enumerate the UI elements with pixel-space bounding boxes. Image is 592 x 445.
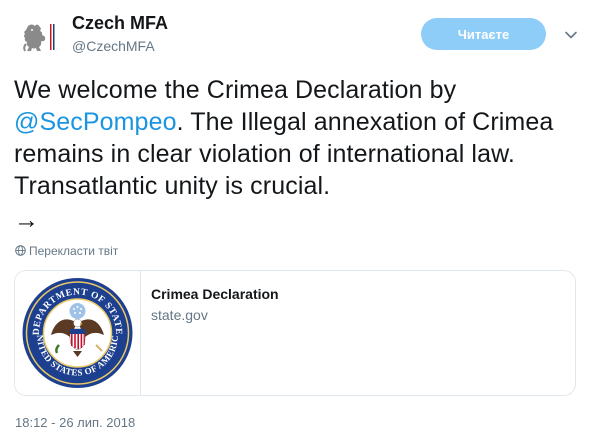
link-card[interactable]: DEPARTMENT OF STATE UNITED STATES OF AME… bbox=[14, 270, 576, 396]
department-of-state-seal-icon: DEPARTMENT OF STATE UNITED STATES OF AME… bbox=[15, 271, 133, 388]
tweet-text-part: We welcome the Crimea Declaration by bbox=[14, 76, 457, 104]
display-name[interactable]: Czech MFA bbox=[72, 12, 168, 34]
card-image[interactable]: DEPARTMENT OF STATE UNITED STATES OF AME… bbox=[15, 271, 141, 395]
tweet-text: We welcome the Crimea Declaration by @Se… bbox=[14, 74, 582, 236]
handle[interactable]: @CzechMFA bbox=[72, 36, 168, 56]
tweet-timestamp[interactable]: 18:12 - 26 лип. 2018 bbox=[15, 414, 135, 432]
card-domain: state.gov bbox=[151, 307, 208, 323]
tweet-header: Czech MFA @CzechMFA Читаєте bbox=[14, 12, 578, 60]
czech-coat-of-arms-icon bbox=[15, 15, 59, 59]
chevron-down-icon[interactable] bbox=[564, 28, 578, 42]
tweet-arrow: → bbox=[14, 206, 40, 234]
mention-link[interactable]: @SecPompeo bbox=[14, 108, 177, 136]
card-title[interactable]: Crimea Declaration bbox=[151, 285, 279, 303]
account-names: Czech MFA @CzechMFA bbox=[72, 12, 168, 56]
globe-icon bbox=[15, 244, 26, 256]
translate-tweet-link[interactable]: Перекласти твіт bbox=[15, 243, 118, 259]
translate-label: Перекласти твіт bbox=[29, 244, 119, 258]
following-button[interactable]: Читаєте bbox=[421, 18, 546, 50]
avatar[interactable] bbox=[14, 14, 60, 60]
